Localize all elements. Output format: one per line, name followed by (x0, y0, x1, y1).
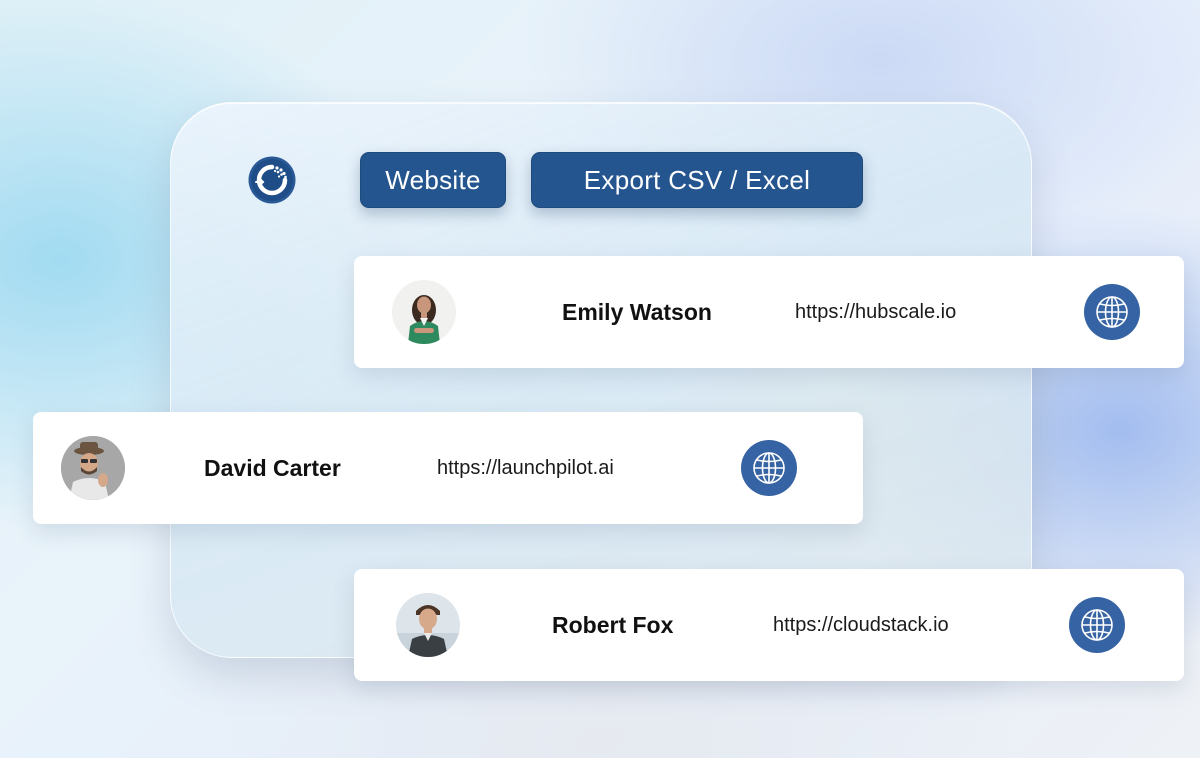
avatar-david-carter (61, 436, 125, 500)
contact-url[interactable]: https://hubscale.io (795, 256, 956, 368)
export-csv-excel-button[interactable]: Export CSV / Excel (531, 152, 863, 208)
globe-icon[interactable] (1069, 597, 1125, 653)
contact-url[interactable]: https://launchpilot.ai (437, 412, 614, 524)
website-button[interactable]: Website (360, 152, 506, 208)
globe-icon[interactable] (1084, 284, 1140, 340)
magnet-logo-icon (248, 156, 296, 204)
globe-icon[interactable] (741, 440, 797, 496)
contact-name: David Carter (204, 455, 341, 481)
avatar-emily-watson (392, 280, 456, 344)
contact-row-robert-fox: Robert Fox https://cloudstack.io (354, 569, 1184, 681)
contact-row-emily-watson: Emily Watson https://hubscale.io (354, 256, 1184, 368)
contact-url[interactable]: https://cloudstack.io (773, 569, 949, 681)
contact-row-david-carter: David Carter https://launchpilot.ai (33, 412, 863, 524)
contact-name: Emily Watson (562, 299, 712, 325)
contact-name: Robert Fox (552, 612, 674, 638)
avatar-robert-fox (396, 593, 460, 657)
